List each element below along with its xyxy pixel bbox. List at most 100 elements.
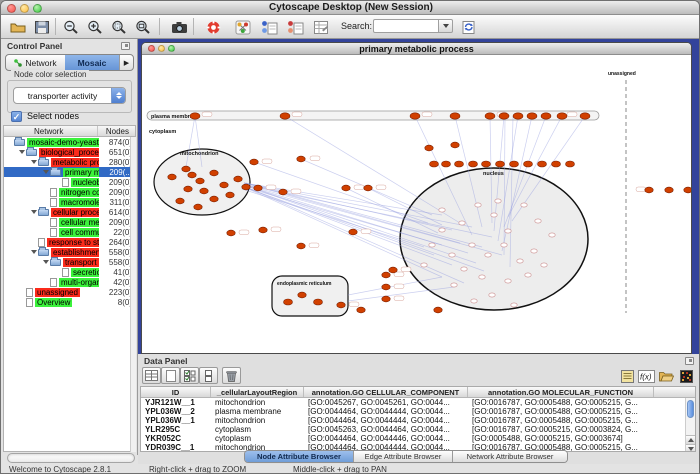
tree-expander-icon[interactable] [30, 210, 38, 214]
zoom-fit-button[interactable] [131, 17, 155, 37]
network-node[interactable] [190, 113, 200, 119]
table-row[interactable]: YPL036W__2plasma membrane[GO:0044464, GO… [141, 407, 695, 416]
network-node[interactable] [459, 221, 465, 225]
network-node[interactable] [645, 187, 653, 193]
table-row[interactable]: YLR295Ccytoplasm[GO:0045263, GO:0044464,… [141, 425, 695, 434]
network-node[interactable] [425, 145, 433, 151]
network-node[interactable] [496, 161, 505, 167]
table-row[interactable]: YKR052Ccytoplasm[GO:0044464, GO:0044446,… [141, 434, 695, 443]
network-node[interactable] [188, 172, 196, 178]
network-node[interactable] [382, 284, 390, 290]
tree-expander-icon[interactable] [30, 250, 38, 254]
tree-header[interactable]: Network Nodes [3, 125, 136, 137]
network-node[interactable] [442, 161, 451, 167]
help-button[interactable] [201, 17, 225, 37]
network-node[interactable] [382, 272, 390, 278]
network-node[interactable] [227, 230, 235, 236]
network-node[interactable] [234, 176, 242, 182]
network-node[interactable] [511, 303, 517, 307]
network-node[interactable] [200, 188, 208, 194]
network-node[interactable] [527, 113, 537, 119]
network-node[interactable] [469, 161, 478, 167]
search-dropdown-button[interactable] [439, 19, 453, 33]
tree-expander-icon[interactable] [18, 150, 26, 154]
tree-row[interactable]: mosaic-demo-yeast874(0) [4, 137, 135, 147]
tree-row[interactable]: primary metabo209(... [4, 167, 135, 177]
network-canvas[interactable]: plasma membrane cytoplasm mitochondrion … [142, 55, 691, 354]
network-node[interactable] [505, 279, 511, 283]
delete-attribute-button[interactable] [222, 367, 241, 384]
network-node[interactable] [510, 161, 519, 167]
tree-row[interactable]: Overview8(0) [4, 297, 135, 307]
column-header[interactable]: _cellularLayoutRegion [211, 387, 304, 397]
network-node[interactable] [168, 174, 176, 180]
network-node[interactable] [541, 263, 547, 267]
network-node[interactable] [254, 185, 262, 191]
tab-overflow-button[interactable]: ▶ [119, 55, 133, 70]
network-node[interactable] [491, 213, 497, 217]
network-node[interactable] [505, 229, 511, 233]
tree-row[interactable]: secretion41(0) [4, 267, 135, 277]
network-node[interactable] [475, 203, 481, 207]
network-node[interactable] [176, 198, 184, 204]
table-scrollbar[interactable] [685, 398, 695, 452]
network-node[interactable] [535, 219, 541, 223]
open-button[interactable] [6, 17, 30, 37]
network-node[interactable] [194, 204, 202, 210]
column-header[interactable]: ID [141, 387, 211, 397]
network-node[interactable] [439, 208, 445, 212]
network-node[interactable] [357, 307, 365, 313]
network-node[interactable] [451, 142, 459, 148]
tree-row[interactable]: cellular process614(0) [4, 207, 135, 217]
tree-row[interactable]: response to stimulu264(0) [4, 237, 135, 247]
network-node[interactable] [210, 170, 218, 176]
network-node[interactable] [449, 253, 455, 257]
network-node[interactable] [471, 299, 477, 303]
network-node[interactable] [513, 113, 523, 119]
select-attributes-button[interactable] [180, 367, 199, 384]
tree-row[interactable]: metabolic process280(0) [4, 157, 135, 167]
network-node[interactable] [557, 113, 567, 119]
network-view-window[interactable]: primary metabolic process plasma membran… [141, 42, 692, 354]
network-node[interactable] [482, 161, 491, 167]
tab-node-attribute-browser[interactable]: Node Attribute Browser [245, 451, 354, 462]
network-node[interactable] [524, 161, 533, 167]
node-vizmap-button[interactable] [257, 17, 281, 37]
tree-scrollbar[interactable] [130, 137, 136, 452]
network-node[interactable] [684, 187, 691, 193]
unselect-attributes-button[interactable] [199, 367, 218, 384]
table-row[interactable]: YJR121W__1mitochondrion[GO:0045267, GO:0… [141, 398, 695, 407]
titlebar[interactable]: Cytoscape Desktop (New Session) [1, 1, 700, 15]
scroll-up-button[interactable] [686, 435, 696, 444]
tree-row[interactable]: transport558(0) [4, 257, 135, 267]
tree-expander-icon[interactable] [42, 260, 50, 264]
network-node[interactable] [499, 113, 509, 119]
snapshot-button[interactable] [167, 17, 191, 37]
network-node[interactable] [430, 161, 439, 167]
network-node[interactable] [485, 113, 495, 119]
float-panel-icon[interactable] [121, 42, 130, 50]
column-header[interactable]: annotation.GO CELLULAR_COMPONENT [304, 387, 468, 397]
table-row[interactable]: YPL036W__1mitochondrion[GO:0044464, GO:0… [141, 416, 695, 425]
network-node[interactable] [242, 184, 250, 190]
zoom-out-button[interactable] [59, 17, 83, 37]
search-input[interactable] [373, 19, 439, 33]
attribute-table-header[interactable]: ID_cellularLayoutRegionannotation.GO CEL… [141, 387, 695, 398]
network-node[interactable] [434, 307, 442, 313]
network-node[interactable] [552, 161, 561, 167]
network-node[interactable] [297, 156, 305, 162]
network-node[interactable] [210, 196, 218, 202]
network-node[interactable] [451, 283, 457, 287]
network-node[interactable] [389, 267, 397, 273]
tree-row[interactable]: establishment of lo558(0) [4, 247, 135, 257]
filter-button[interactable] [309, 17, 333, 37]
tab-edge-attribute-browser[interactable]: Edge Attribute Browser [354, 451, 453, 462]
network-node[interactable] [665, 187, 673, 193]
tree-row[interactable]: nucleobase-c209(0) [4, 177, 135, 187]
matrix-button[interactable] [678, 368, 695, 384]
save-button[interactable] [30, 17, 54, 37]
network-node[interactable] [517, 259, 523, 263]
network-node[interactable] [531, 249, 537, 253]
tree-row[interactable]: biological_process651(0) [4, 147, 135, 157]
edge-vizmap-button[interactable] [283, 17, 307, 37]
